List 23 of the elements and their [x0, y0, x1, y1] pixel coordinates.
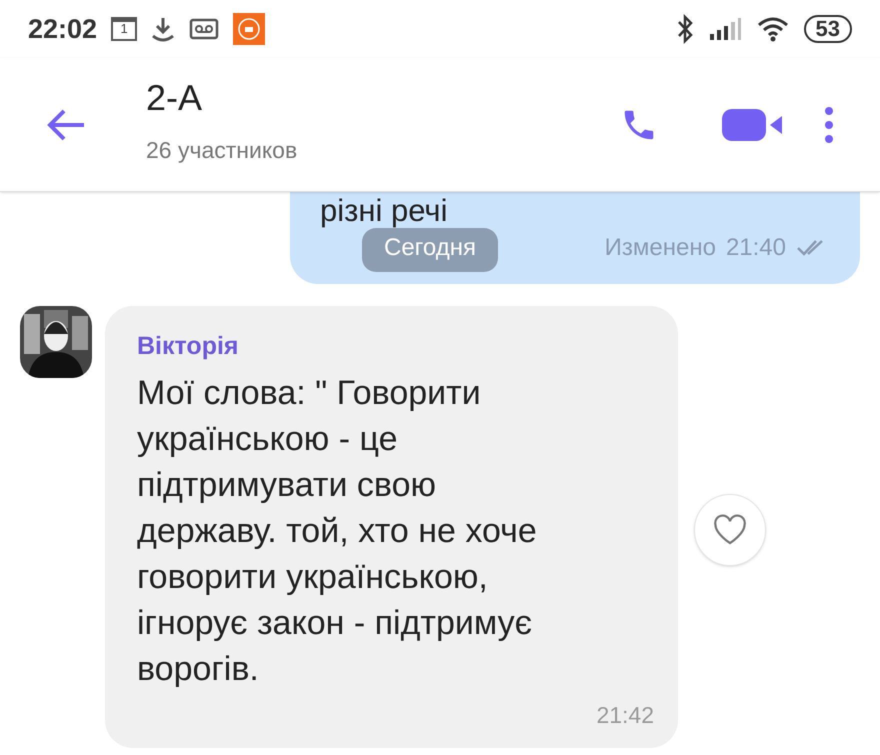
calendar-icon: 1 — [111, 17, 138, 41]
video-camera-icon[interactable] — [722, 106, 784, 142]
chat-title: 2-А — [146, 76, 204, 120]
voicemail-icon — [189, 17, 220, 41]
more-options-icon[interactable] — [824, 106, 834, 144]
app-icon — [233, 13, 266, 45]
clock: 22:02 — [28, 12, 98, 46]
battery-indicator: 53 — [804, 15, 852, 43]
edited-label: Изменено — [604, 233, 716, 263]
message-time: 21:40 — [726, 233, 786, 263]
incoming-message-bubble[interactable]: Вікторія Мої слова: " Говорити українською - це підтримувати свою державу. той, хто не хоче говорити українською, ігнорує закон - підтримує ворогів. 21:42 — [105, 306, 678, 748]
participants-count: 26 участников — [146, 136, 298, 166]
message-time: 21:42 — [596, 700, 654, 730]
bluetooth-icon — [676, 14, 694, 44]
sender-name: Вікторія — [137, 331, 240, 362]
back-arrow-icon[interactable] — [46, 108, 86, 142]
message-text: Мої слова: " Говорити українською - це підтримувати свою державу. той, хто не хоче говорити українською, ігнорує закон - підтримує ворогів. — [137, 372, 538, 690]
date-divider: Сегодня — [362, 228, 498, 272]
wifi-icon — [756, 16, 790, 42]
message-text: різні речі — [320, 194, 448, 228]
signal-icon — [708, 17, 742, 41]
download-icon — [151, 16, 176, 42]
heart-icon — [712, 514, 748, 546]
